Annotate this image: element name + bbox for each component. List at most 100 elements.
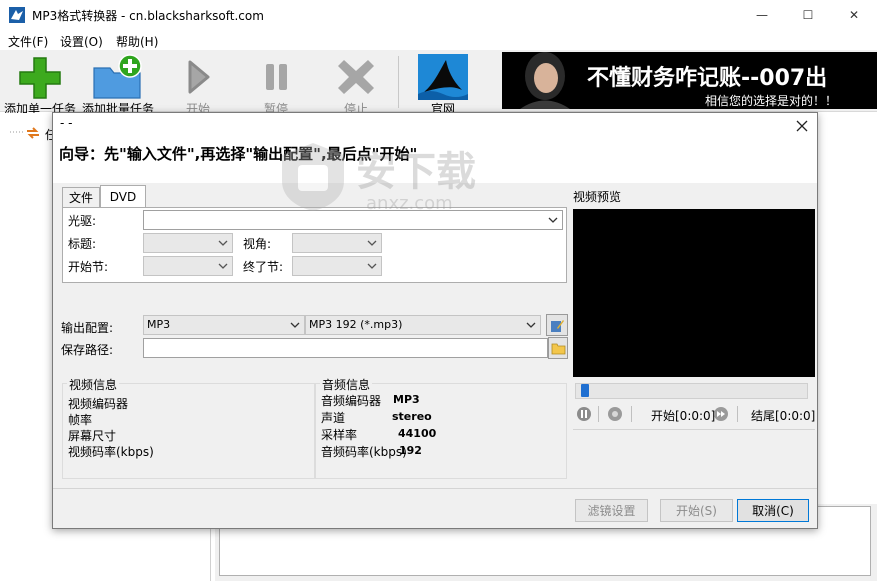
save-path-input[interactable] [143, 338, 548, 358]
chevron-down-icon [290, 322, 300, 328]
menu-settings[interactable]: 设置(O) [60, 33, 103, 50]
audio-bitrate-value: 192 [399, 444, 422, 457]
stop-button[interactable]: 停止 [318, 52, 394, 116]
filter-settings-button[interactable]: 滤镜设置 [575, 499, 648, 522]
minimize-icon: — [756, 8, 768, 22]
folder-open-icon [551, 343, 566, 355]
close-button[interactable]: ✕ [831, 0, 877, 30]
end-chapter-label: 终了节: [243, 260, 284, 274]
edit-config-icon [551, 320, 564, 332]
dialog-start-button[interactable]: 开始(S) [660, 499, 733, 522]
channels-value: stereo [392, 410, 432, 423]
close-icon: ✕ [848, 8, 860, 22]
shark-logo-icon [418, 54, 468, 100]
preview-divider [573, 429, 815, 430]
start-chapter-select[interactable] [143, 256, 233, 276]
output-preset-select[interactable]: MP3 192 (*.mp3) [305, 315, 541, 335]
pause-icon [577, 407, 591, 421]
pause-button[interactable]: 暂停 [238, 52, 314, 116]
title-select[interactable] [143, 233, 233, 253]
output-format-select[interactable]: MP3 [143, 315, 305, 335]
website-button[interactable]: 官网 [405, 52, 481, 116]
stop-x-icon [338, 60, 374, 94]
angle-label: 视角: [243, 237, 272, 251]
pause-icon [266, 64, 287, 90]
sample-rate-label: 采样率 [321, 428, 358, 442]
drive-label: 光驱: [68, 214, 97, 228]
add-batch-task-button[interactable]: 添加批量任务 [80, 52, 156, 116]
preview-start-time: 开始[0:0:0] [651, 409, 716, 423]
dialog-cancel-button[interactable]: 取消(C) [737, 499, 809, 522]
chevron-down-icon [526, 322, 536, 328]
video-encoder-label: 视频编码器 [68, 397, 129, 411]
preview-snapshot-button[interactable] [607, 406, 623, 422]
frame-rate-label: 帧率 [68, 413, 93, 427]
dialog-close-button[interactable] [791, 115, 813, 137]
toolbar-separator [398, 56, 399, 108]
preview-end-time: 结尾[0:0:0] [751, 409, 816, 423]
chevron-down-icon [367, 240, 377, 246]
chevron-down-icon [218, 240, 228, 246]
window-title: MP3格式转换器 - cn.blacksharksoft.com [32, 9, 264, 23]
forward-icon [714, 407, 728, 421]
start-chapter-label: 开始节: [68, 260, 109, 274]
output-format-value: MP3 [147, 318, 171, 331]
output-preset-value: MP3 192 (*.mp3) [309, 318, 403, 331]
chevron-down-icon [218, 263, 228, 269]
tab-file[interactable]: 文件 [62, 187, 100, 207]
video-bitrate-label: 视频码率(kbps) [68, 445, 154, 459]
chevron-down-icon [548, 217, 558, 223]
audio-encoder-label: 音频编码器 [321, 394, 382, 408]
close-icon [796, 120, 808, 132]
chevron-down-icon [367, 263, 377, 269]
watermark-url: anxz.com [366, 193, 453, 214]
end-chapter-select[interactable] [292, 256, 382, 276]
ad-banner[interactable]: 不懂财务咋记账--007出 相信您的选择是对的！！ [502, 52, 877, 109]
convert-arrows-icon [27, 127, 39, 139]
preview-label: 视频预览 [573, 190, 622, 204]
play-icon [188, 60, 210, 94]
menu-file[interactable]: 文件(F) [8, 33, 48, 50]
seek-thumb[interactable] [581, 384, 590, 397]
sample-rate-value: 44100 [398, 427, 437, 440]
portrait-image [520, 52, 570, 109]
seek-bar[interactable] [575, 383, 808, 399]
video-info-title: 视频信息 [67, 376, 120, 393]
preview-separator [737, 406, 738, 422]
shield-logo-icon [282, 143, 344, 211]
app-icon [9, 7, 25, 23]
title-label: 标题: [68, 237, 97, 251]
preview-pause-button[interactable] [576, 406, 592, 422]
save-path-label: 保存路径: [61, 343, 114, 357]
video-preview [573, 209, 815, 377]
menu-help[interactable]: 帮助(H) [116, 33, 158, 50]
start-button[interactable]: 开始 [160, 52, 236, 116]
maximize-icon: ☐ [802, 8, 814, 22]
channels-label: 声道 [321, 411, 346, 425]
preview-forward-button[interactable] [713, 406, 729, 422]
add-single-task-button[interactable]: 添加单一任务 [2, 52, 78, 116]
banner-headline: 不懂财务咋记账--007出 [587, 66, 828, 91]
maximize-button[interactable]: ☐ [785, 0, 831, 30]
dialog-title: - - [60, 116, 73, 130]
snapshot-icon [608, 407, 622, 421]
browse-folder-button[interactable] [548, 337, 568, 359]
watermark-text: 安下载 [356, 149, 476, 195]
angle-select[interactable] [292, 233, 382, 253]
preview-separator [598, 406, 599, 422]
output-settings-button[interactable] [546, 314, 568, 336]
tree-line [10, 131, 24, 133]
watermark: 安下载 anxz.com [278, 137, 498, 217]
folder-add-icon [93, 54, 142, 99]
screen-size-label: 屏幕尺寸 [68, 429, 117, 443]
audio-bitrate-label: 音频码率(kbps) [321, 445, 407, 459]
tab-dvd[interactable]: DVD [100, 185, 146, 207]
add-icon [19, 57, 61, 99]
dvd-tab-panel: 光驱: 标题: 视角: 开始节: 终了节: [62, 207, 567, 283]
banner-subtitle: 相信您的选择是对的！！ [705, 94, 838, 108]
audio-encoder-value: MP3 [393, 393, 420, 406]
dialog-footer-divider [53, 488, 817, 489]
minimize-button[interactable]: — [739, 0, 785, 30]
preview-separator [631, 406, 632, 422]
audio-info-title: 音频信息 [320, 376, 373, 393]
